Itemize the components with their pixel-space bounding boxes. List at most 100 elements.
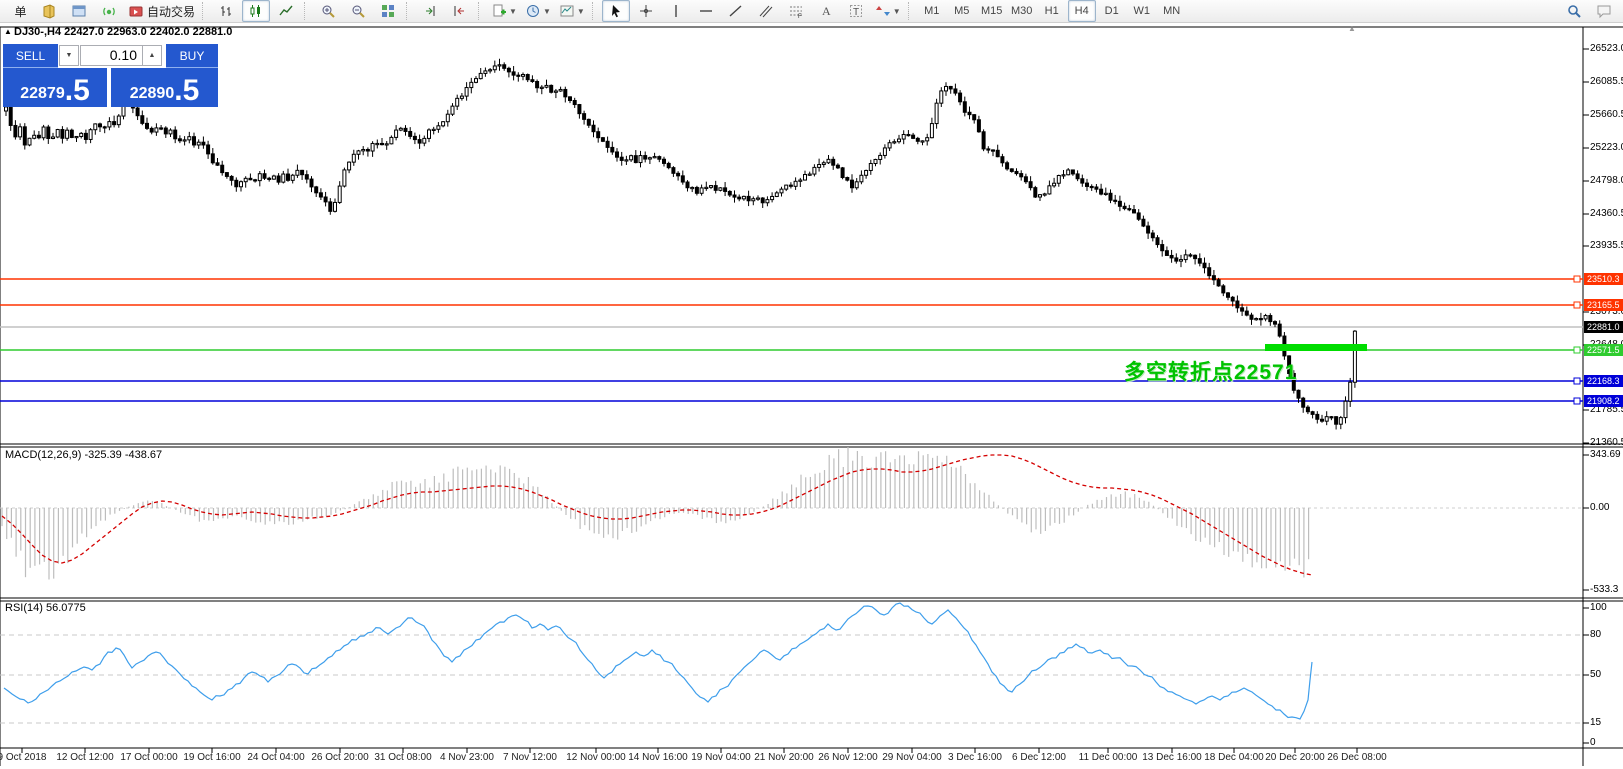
chart-title: DJ30-,H4 22427.0 22963.0 22402.0 22881.0 (14, 26, 233, 38)
candle-body (1085, 182, 1089, 187)
candle-body (290, 174, 295, 181)
candle-body (224, 172, 229, 177)
candle-body (1301, 397, 1306, 408)
candle-body (112, 121, 117, 126)
candle-body (1099, 188, 1104, 195)
volume-decrease-button[interactable]: ▼ (59, 45, 79, 66)
candle-body (563, 88, 568, 98)
candle-body (1174, 257, 1179, 262)
sell-price-button[interactable]: 22879.5 (3, 68, 107, 107)
time-axis-label: 26 Nov 12:00 (818, 752, 878, 763)
candle-body (116, 115, 121, 126)
rsi-tick-label: 0 (1590, 737, 1596, 748)
candle-body (746, 195, 751, 202)
time-axis-label: 29 Nov 04:00 (882, 752, 942, 763)
candle-body (206, 144, 211, 155)
macd-signal-line (1, 454, 1313, 576)
price-tick-label: 26523.0 (1590, 43, 1623, 54)
candle-body (798, 179, 803, 182)
candle-body (1207, 267, 1212, 277)
candle-body (220, 164, 225, 174)
time-axis-label: 19 Nov 04:00 (691, 752, 751, 763)
candle-body (718, 187, 723, 191)
candle-body (1122, 205, 1127, 210)
candle-body (1277, 323, 1282, 337)
candle-body (925, 137, 930, 142)
candle-body (1094, 186, 1099, 190)
candle-body (737, 196, 742, 200)
candle-body (51, 136, 55, 139)
candle-body (506, 67, 511, 73)
candle-body (1273, 321, 1277, 325)
candle-body (351, 153, 356, 163)
candle-body (1343, 400, 1348, 419)
candle-body (633, 155, 638, 164)
candle-body (1000, 156, 1005, 164)
candle-body (662, 158, 666, 164)
candle-body (1042, 193, 1047, 196)
time-axis-label: 12 Nov 00:00 (566, 752, 626, 763)
candle-body (929, 123, 934, 139)
candle-body (455, 97, 460, 107)
candle-body (32, 134, 37, 139)
candle-body (445, 113, 450, 123)
buy-price-button[interactable]: 22890.5 (111, 68, 218, 107)
candle-body (83, 132, 88, 140)
candle-body (774, 192, 779, 197)
candle-body (615, 151, 619, 158)
candle-body (492, 65, 497, 71)
candle-body (497, 64, 502, 67)
candle-body (1028, 181, 1033, 189)
candle-body (154, 127, 159, 133)
candle-body (427, 129, 431, 139)
candle-body (389, 136, 394, 145)
candle-body (530, 79, 535, 83)
macd-tick-label: 343.69 (1590, 449, 1621, 460)
time-axis-label: 4 Nov 23:00 (440, 752, 494, 763)
candle-body (98, 123, 102, 128)
chart-canvas[interactable] (0, 0, 1623, 769)
rsi-tick-label: 50 (1590, 669, 1602, 680)
candle-body (986, 148, 991, 151)
time-axis-label: 3 Dec 16:00 (948, 752, 1002, 763)
time-axis-label: 6 Dec 12:00 (1012, 752, 1066, 763)
candle-body (713, 185, 718, 191)
candle-body (13, 124, 18, 138)
candle-body (901, 133, 906, 140)
candle-body (398, 127, 403, 131)
pivot-price-badge: 22571.5 (1584, 344, 1623, 356)
candle-body (709, 185, 713, 188)
volume-increase-button[interactable]: ▲ (142, 45, 162, 66)
candle-body (4, 106, 8, 112)
candle-body (991, 149, 995, 152)
rsi-line (3, 602, 1313, 720)
candle-body (8, 106, 13, 126)
chart-collapse-icon[interactable]: ▲ (4, 27, 12, 36)
candle-body (248, 177, 253, 181)
panel-collapse-arrow-icon[interactable]: ▲ (1348, 24, 1356, 33)
candle-body (723, 187, 728, 192)
candle-body (281, 173, 286, 183)
sell-price-main: 22879 (20, 85, 65, 102)
volume-input[interactable]: 0.10 (80, 45, 143, 66)
candle-body (1155, 237, 1160, 246)
candle-body (79, 132, 84, 137)
candle-body (22, 126, 27, 146)
candle-body (539, 86, 544, 89)
candle-body (619, 156, 624, 161)
sell-button[interactable]: SELL (3, 44, 58, 68)
candle-body (1268, 315, 1273, 323)
time-axis-label: 11 Dec 00:00 (1078, 752, 1138, 763)
candle-body (835, 164, 840, 169)
candle-body (1226, 292, 1230, 298)
candle-body (1019, 173, 1024, 178)
candle-body (1244, 310, 1249, 316)
price-tick-label: 25223.0 (1590, 142, 1623, 153)
candle-body (234, 179, 239, 188)
candle-body (1211, 275, 1216, 281)
candle-body (727, 190, 732, 196)
buy-button[interactable]: BUY (166, 44, 218, 68)
rsi-tick-label: 100 (1590, 602, 1607, 613)
candle-body (1146, 225, 1151, 234)
time-axis-label: 14 Nov 16:00 (628, 752, 688, 763)
